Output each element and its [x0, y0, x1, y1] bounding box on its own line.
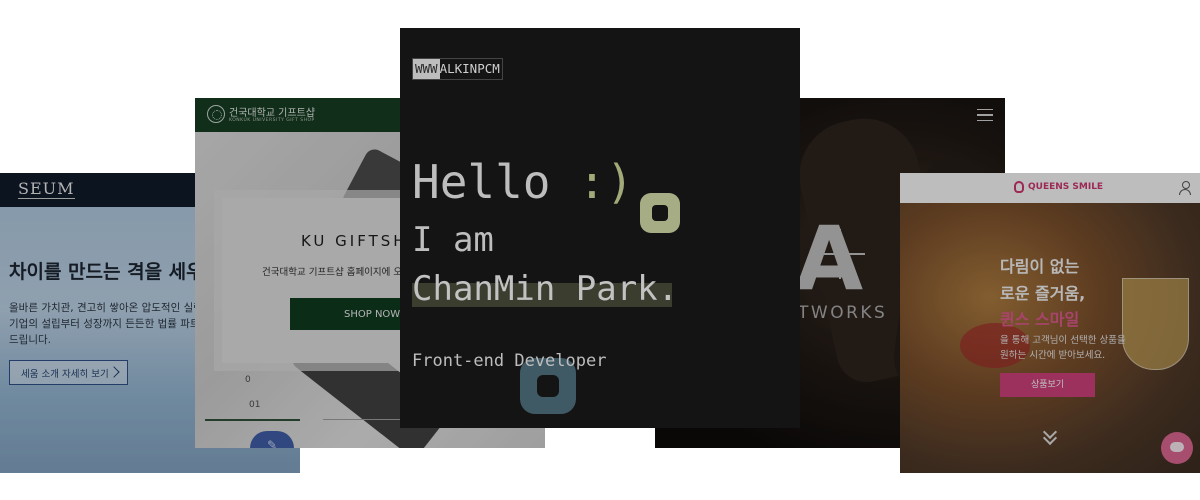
slide-progress-active [205, 419, 300, 421]
user-icon[interactable] [1179, 181, 1191, 195]
name-text: ChanMin Park. [412, 269, 679, 309]
iam-text: I am [412, 220, 494, 260]
qs-brand: QUEENS SMILE [1028, 182, 1104, 192]
seum-more-label: 세움 소개 자세히 보기 [21, 368, 109, 380]
qs-highlight: 퀸스 스마일 [1000, 310, 1080, 329]
chevron-right-icon [108, 366, 120, 378]
logo-part-rest: ALKINPCM [439, 61, 500, 76]
seum-more-button[interactable]: 세움 소개 자세히 보기 [9, 360, 128, 385]
seum-headline: 차이를 만드는 격을 세우 [9, 261, 204, 283]
edit-fab-icon[interactable]: ✎ [250, 431, 294, 448]
ku-title: KU GIFTSH [301, 232, 408, 250]
walkinpcm-card[interactable]: WWW ALKINPCM Hello :) I am ChanMin Park.… [400, 28, 800, 428]
walkinpcm-logo[interactable]: WWW ALKINPCM [412, 58, 503, 80]
ku-subtitle: 건국대학교 기프트샵 홈페이지에 오 [262, 267, 403, 278]
qs-desc-line: 을 통해 고객님이 선택한 상품을 [1000, 335, 1126, 346]
hello-heading: Hello :) [412, 155, 634, 209]
wine-glass-image [1122, 278, 1189, 370]
logo-part-highlight: WWW [413, 59, 440, 79]
qs-headline-line: 로운 즐거움, [1000, 284, 1086, 303]
ka-networks-text: TWORKS [798, 303, 888, 323]
slide-number: 01 [249, 400, 261, 410]
rounded-square-ring-icon [640, 193, 680, 233]
role-text: Front-end Developer [412, 351, 607, 371]
chat-bubble-icon[interactable] [1161, 432, 1193, 464]
slide-indicator-zero: 0 [245, 375, 251, 385]
smile-text: :) [578, 155, 634, 209]
view-products-button[interactable]: 상품보기 [1000, 373, 1095, 397]
hello-text: Hello [412, 155, 579, 209]
qs-headline: 다림이 없는 로운 즐거움, [1000, 253, 1085, 307]
qs-headline-line: 다림이 없는 [1000, 257, 1080, 276]
university-emblem-icon [207, 105, 225, 123]
queens-logo-icon [1014, 181, 1024, 193]
slide-progress-track [323, 419, 403, 420]
queens-smile-card[interactable]: QUEENS SMILE 다림이 없는 로운 즐거움, 퀸스 스마일 을 통해 … [900, 173, 1200, 473]
seum-logo: SEUM [18, 179, 75, 199]
qs-desc-line: 원하는 시간에 받아보세요. [1000, 350, 1106, 361]
ku-brand-sub: KONKUK UNIVERSITY GIFT SHOP [229, 118, 315, 123]
ku-brand: 건국대학교 기프트샵 [229, 108, 315, 119]
hamburger-menu-icon[interactable] [977, 109, 993, 121]
plus-icon [815, 229, 865, 279]
qs-description: 을 통해 고객님이 선택한 상품을 원하는 시간에 받아보세요. [1000, 333, 1126, 363]
double-chevron-down-icon[interactable] [1043, 427, 1055, 439]
